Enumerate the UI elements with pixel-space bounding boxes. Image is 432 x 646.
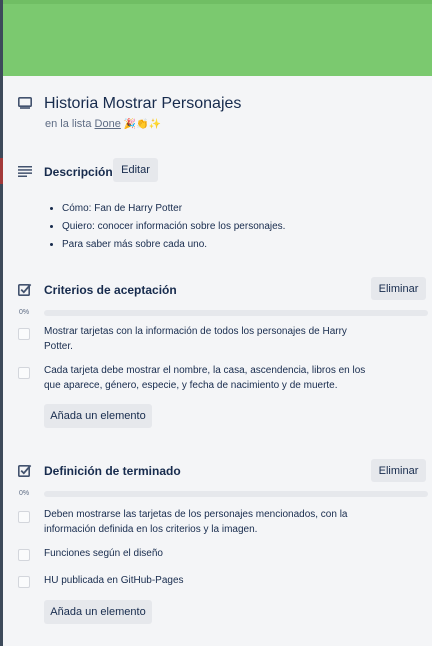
checklist-progress-label: 0% (19, 490, 30, 497)
card-icon (18, 97, 32, 109)
checklist-item-checkbox[interactable] (18, 511, 30, 523)
checklist-item-text[interactable]: Mostrar tarjetas con la información de t… (44, 324, 374, 354)
board-edge-marker (0, 158, 3, 184)
checklist-item-checkbox[interactable] (18, 367, 30, 379)
edit-description-button[interactable]: Editar (113, 158, 158, 182)
description-heading: Descripción (44, 165, 113, 179)
card-list-info: en la lista Done 🎉👏✨ (45, 118, 161, 130)
description-icon (18, 166, 32, 177)
in-list-label: en la lista (45, 118, 92, 130)
checklist-item-text[interactable]: Deben mostrarse las tarjetas de los pers… (44, 507, 374, 537)
checklist-item-text[interactable]: HU publicada en GitHub-Pages (44, 573, 374, 588)
checklist-icon (18, 283, 32, 296)
description-list: Cómo: Fan de Harry Potter Quiero: conoce… (44, 200, 285, 254)
add-item-button[interactable]: Añada un elemento (44, 600, 152, 624)
add-item-button[interactable]: Añada un elemento (44, 404, 152, 428)
checklist-progress-bar (44, 310, 428, 316)
card-title[interactable]: Historia Mostrar Personajes (44, 95, 241, 113)
checklist-item-text[interactable]: Cada tarjeta debe mostrar el nombre, la … (44, 363, 374, 393)
list-emojis: 🎉👏✨ (123, 119, 162, 130)
checklist-item-checkbox[interactable] (18, 549, 30, 561)
description-item: Para saber más sobre cada uno. (62, 236, 285, 254)
checklist-progress-bar (44, 491, 428, 497)
checklist-item-checkbox[interactable] (18, 576, 30, 588)
card-cover (3, 0, 432, 76)
checklist-item-checkbox[interactable] (18, 328, 30, 340)
delete-checklist-button[interactable]: Eliminar (371, 459, 426, 482)
card-cover-shade (3, 0, 432, 4)
checklist-icon (18, 464, 32, 477)
list-name-link[interactable]: Done (95, 118, 121, 130)
checklist-item-text[interactable]: Funciones según el diseño (44, 546, 374, 561)
description-item: Quiero: conocer información sobre los pe… (62, 218, 285, 236)
checklist-title[interactable]: Definición de terminado (44, 464, 181, 478)
delete-checklist-button[interactable]: Eliminar (371, 277, 426, 300)
board-edge (0, 0, 3, 646)
description-item: Cómo: Fan de Harry Potter (62, 200, 285, 218)
checklist-progress-label: 0% (19, 309, 30, 316)
checklist-title[interactable]: Criterios de aceptación (44, 283, 177, 297)
